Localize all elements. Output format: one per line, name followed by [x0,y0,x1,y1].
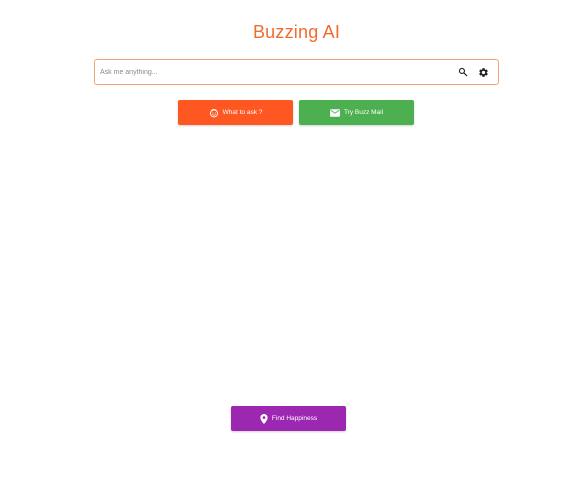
page: Buzzing AI What to ask ? [0,0,579,480]
find-happiness-label: Find Happiness [271,415,318,422]
search-icon[interactable] [456,65,470,79]
find-happiness-button[interactable]: Find Happiness [231,406,346,431]
what-to-ask-button[interactable]: What to ask ? [178,100,293,125]
app-title: Buzzing AI [252,22,341,42]
try-buzz-mail-button[interactable]: Try Buzz Mail [299,100,414,125]
what-to-ask-label: What to ask ? [222,109,263,116]
search-input[interactable] [95,60,456,84]
location-pin-icon [260,413,268,424]
mail-icon [329,108,340,117]
try-buzz-mail-label: Try Buzz Mail [343,109,384,116]
face-icon [209,108,219,118]
search-bar [94,59,499,85]
gear-icon[interactable] [476,65,490,79]
